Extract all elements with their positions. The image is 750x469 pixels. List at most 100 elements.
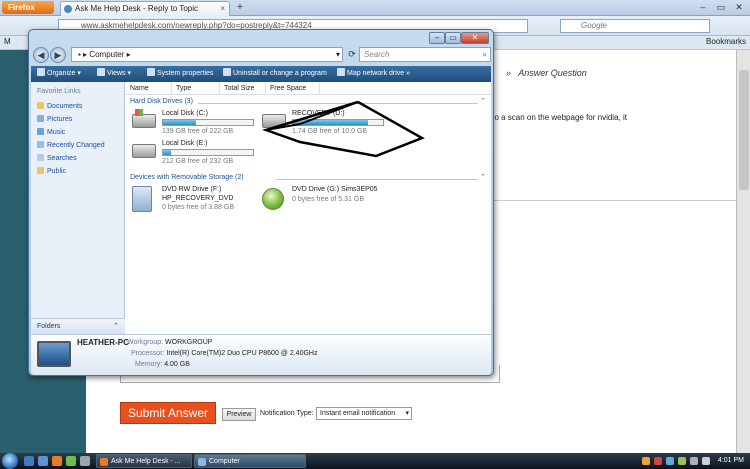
breadcrumb-separator: » (506, 68, 512, 78)
address-bar[interactable]: ▪ ▸ Computer ▸ ▾ (71, 47, 343, 62)
address-dropdown-icon[interactable]: ▾ (336, 48, 340, 61)
notification-type-select[interactable]: Instant email notification (316, 407, 412, 420)
ie-icon[interactable] (38, 456, 48, 466)
tab-close-icon[interactable]: × (220, 2, 225, 15)
tray-icon[interactable] (654, 457, 662, 465)
usage-bar (162, 119, 254, 126)
computer-icon (198, 458, 206, 466)
views-button[interactable]: Views ▾ (97, 66, 131, 82)
quicklaunch-icon[interactable] (66, 456, 76, 466)
sidebar-item-searches[interactable]: Searches (37, 154, 77, 162)
volume-icon[interactable] (702, 457, 710, 465)
system-properties-button[interactable]: System properties (147, 66, 213, 82)
column-name[interactable]: Name (126, 82, 172, 95)
breadcrumb: » Answer Question (506, 68, 587, 78)
usage-fill (163, 150, 172, 155)
start-button[interactable] (2, 453, 18, 469)
bookmarks-menu-button[interactable]: Bookmarks (706, 37, 746, 46)
system-properties-icon (147, 68, 155, 76)
explorer-window: – ▭ ✕ ◀ ▶ ▪ ▸ Computer ▸ ▾ ⟳ Search ⌕ Or… (28, 29, 494, 376)
bookmark-item[interactable]: M (4, 37, 11, 46)
network-icon[interactable] (690, 457, 698, 465)
drive-e[interactable]: Local Disk (E:) 212 GB free of 232 GB (132, 140, 262, 168)
hard-drive-icon (132, 109, 156, 128)
drive-free: 212 GB free of 232 GB (162, 158, 234, 165)
usage-bar (162, 149, 254, 156)
tray-icon[interactable] (678, 457, 686, 465)
breadcrumb-current: Answer Question (518, 68, 587, 78)
browser-search-input[interactable]: Google (560, 19, 710, 33)
column-total-size[interactable]: Total Size (220, 82, 266, 95)
new-tab-button[interactable]: + (233, 1, 247, 14)
group-divider (276, 179, 478, 180)
sims-disc-icon (262, 188, 284, 210)
post-snippet: do a scan on the webpage for nvidia, it (490, 113, 627, 122)
hard-disk-group-header[interactable]: Hard Disk Drives (3) (130, 98, 193, 105)
clock[interactable]: 4:01 PM (718, 453, 744, 469)
hard-drive-icon (132, 144, 156, 158)
collapse-icon[interactable]: ⌃ (480, 173, 486, 181)
uninstall-icon (223, 68, 231, 76)
drive-g[interactable]: DVD Drive (G:) Sims3EP05 0 bytes free of… (262, 186, 412, 220)
show-desktop-icon[interactable] (24, 456, 34, 466)
column-free-space[interactable]: Free Space (266, 82, 320, 95)
computer-icon: ▪ ▸ (78, 50, 90, 59)
map-network-drive-icon (337, 68, 345, 76)
explorer-title-buttons: – ▭ ✕ (429, 32, 489, 44)
back-button[interactable]: ◀ (33, 47, 49, 63)
sidebar-item-public[interactable]: Public (37, 167, 66, 175)
map-network-drive-button[interactable]: Map network drive » (337, 66, 410, 82)
organize-button[interactable]: Organize ▾ (37, 66, 81, 82)
chevron-up-icon: ⌃ (113, 323, 119, 330)
taskbar-item-firefox[interactable]: Ask Me Help Desk - ... (96, 454, 192, 468)
file-list: Name Type Total Size Free Space Hard Dis… (126, 82, 491, 334)
refresh-button[interactable]: ⟳ (345, 47, 359, 62)
explorer-minimize-button[interactable]: – (429, 32, 445, 44)
taskbar-item-computer[interactable]: Computer (194, 454, 306, 468)
public-folder-icon (37, 167, 44, 174)
window-maximize-button[interactable]: ▭ (712, 1, 730, 13)
sidebar-item-recently-changed[interactable]: Recently Changed (37, 141, 105, 149)
column-type[interactable]: Type (172, 82, 220, 95)
quicklaunch-icon[interactable] (80, 456, 90, 466)
tray-icon[interactable] (642, 457, 650, 465)
drive-c[interactable]: Local Disk (C:) 139 GB free of 222 GB (132, 109, 262, 138)
explorer-maximize-button[interactable]: ▭ (445, 32, 461, 44)
search-icon[interactable]: ⌕ (483, 48, 487, 61)
removable-storage-group-header[interactable]: Devices with Removable Storage (2) (130, 174, 244, 181)
annotation-scribble (261, 100, 425, 158)
tray-icon[interactable] (666, 457, 674, 465)
taskbar: Ask Me Help Desk - ... Computer 4:01 PM (0, 453, 750, 469)
map-drive-label: Map network drive (347, 70, 405, 77)
tab-favicon-icon (64, 5, 72, 13)
forward-button[interactable]: ▶ (50, 47, 66, 63)
explorer-search-input[interactable]: Search ⌕ (359, 47, 491, 62)
sidebar-item-music[interactable]: Music (37, 128, 65, 136)
drive-label: HP_RECOVERY_DVD (162, 195, 234, 202)
collapse-icon[interactable]: ⌃ (480, 97, 486, 105)
drive-name: Local Disk (E:) (162, 140, 208, 147)
sidebar-item-documents[interactable]: Documents (37, 102, 82, 110)
explorer-command-bar: Organize ▾ Views ▾ System properties Uni… (31, 66, 491, 82)
page-scrollbar[interactable] (736, 50, 750, 453)
memory-info: Memory: 4.00 GB (135, 361, 190, 368)
firefox-icon[interactable] (52, 456, 62, 466)
firefox-menu-button[interactable]: Firefox (2, 1, 54, 14)
scrollbar-thumb[interactable] (739, 70, 749, 190)
system-properties-label: System properties (157, 70, 214, 77)
uninstall-label: Uninstall or change a program (233, 70, 327, 77)
browser-tab[interactable]: Ask Me Help Desk - Reply to Topic × (60, 1, 230, 16)
usage-fill (163, 120, 197, 125)
window-minimize-button[interactable]: – (694, 1, 712, 13)
preview-button[interactable]: Preview (222, 408, 256, 421)
folders-toggle[interactable]: Folders ⌃ (31, 318, 125, 334)
sidebar-item-pictures[interactable]: Pictures (37, 115, 72, 123)
submit-answer-button[interactable]: Submit Answer (120, 402, 216, 424)
drive-f[interactable]: DVD RW Drive (F:) HP_RECOVERY_DVD 0 byte… (132, 186, 262, 220)
window-close-button[interactable]: ✕ (730, 1, 748, 13)
computer-icon (37, 341, 71, 367)
uninstall-program-button[interactable]: Uninstall or change a program (223, 66, 327, 82)
explorer-close-button[interactable]: ✕ (461, 32, 489, 44)
drive-free: 0 bytes free of 3.88 GB (162, 204, 234, 211)
computer-name: HEATHER-PC (77, 338, 129, 347)
